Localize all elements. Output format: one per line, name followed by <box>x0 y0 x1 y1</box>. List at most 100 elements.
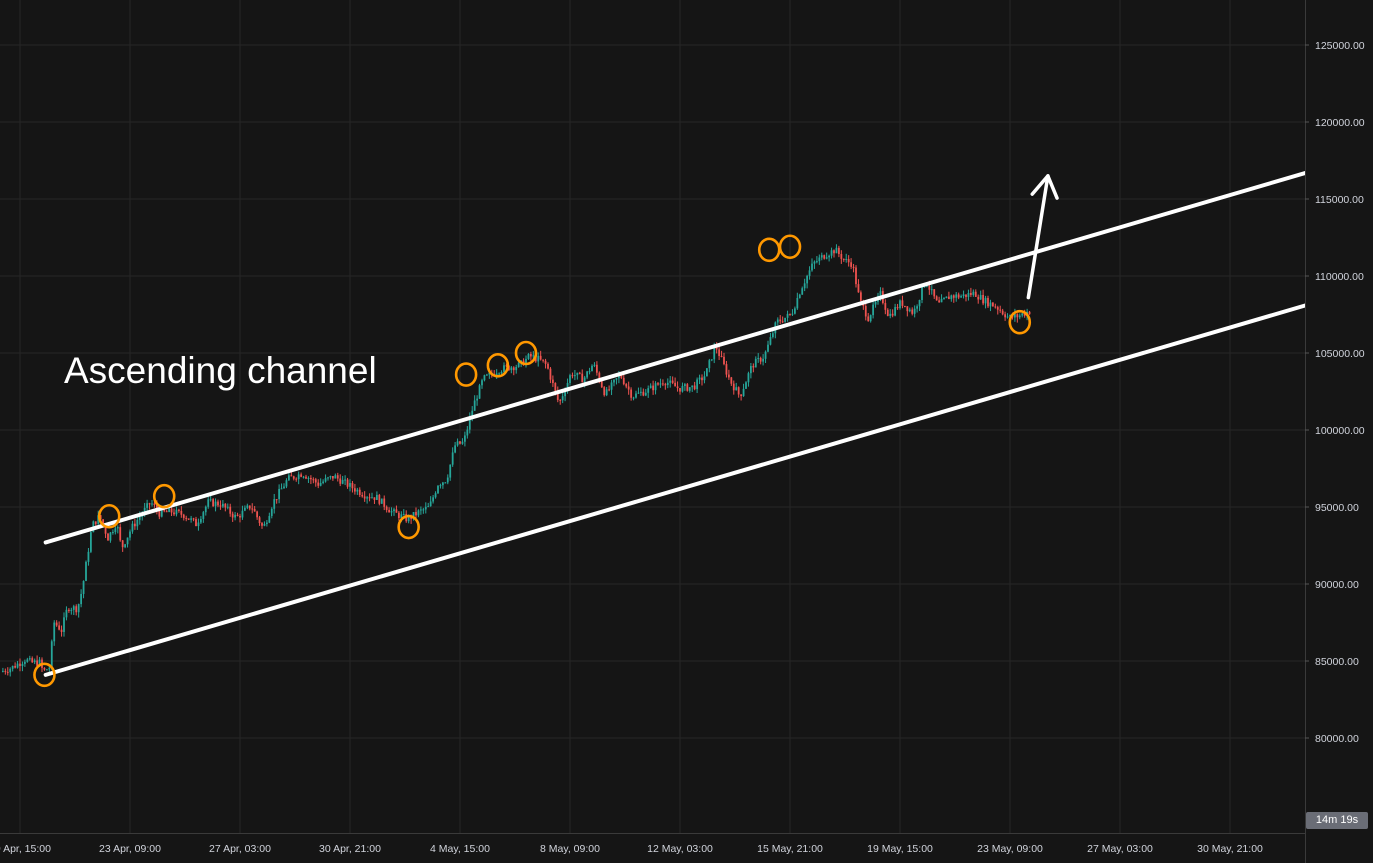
candle-body <box>749 366 752 374</box>
candle-body <box>263 524 266 526</box>
candle-body <box>732 383 735 391</box>
price-chart[interactable]: 125000.00 120000.00 115000.00 110000.00 1050… <box>0 0 1373 863</box>
candle-body <box>578 372 581 374</box>
candle-body <box>454 445 457 453</box>
candle-body <box>771 333 774 338</box>
candle-body <box>872 304 875 316</box>
candle-body <box>691 385 694 388</box>
candle-body <box>368 497 371 499</box>
time-axis[interactable]: 19 Apr, 15:00 23 Apr, 09:00 27 Apr, 03:00 3… <box>0 833 1305 863</box>
candle-body <box>982 294 985 304</box>
price-axis[interactable]: 125000.00 120000.00 115000.00 110000.00 1050… <box>1305 0 1373 863</box>
candle-body <box>175 509 178 515</box>
candle-body <box>309 477 312 480</box>
candle-body <box>261 523 263 526</box>
candle-body <box>439 485 442 487</box>
candle-body <box>395 509 398 513</box>
candle-body <box>840 254 843 259</box>
candle-body <box>803 283 806 289</box>
candle-body <box>921 286 923 300</box>
candle-body <box>351 483 354 489</box>
candle-body <box>366 497 369 499</box>
candle-body <box>461 441 464 444</box>
candle-body <box>943 298 945 300</box>
candle-body <box>527 353 530 359</box>
candle-body <box>89 532 92 552</box>
candle-body <box>884 303 887 310</box>
candle-body <box>305 476 307 479</box>
candle-body <box>916 306 919 309</box>
candle-body <box>498 373 501 375</box>
price-tick-label: 95000.00 <box>1315 502 1359 514</box>
candle-body <box>867 316 870 322</box>
candle-body <box>483 375 486 381</box>
candle-body <box>996 307 999 310</box>
candle-body <box>847 258 850 263</box>
channel-annotation-label[interactable]: Ascending channel <box>64 350 377 391</box>
candle-body <box>613 379 615 383</box>
candle-body <box>209 499 212 501</box>
candle-body <box>891 313 894 316</box>
candle-body <box>246 505 249 508</box>
candle-body <box>278 488 281 500</box>
candle-body <box>874 301 877 305</box>
candle-body <box>270 508 273 517</box>
candle-body <box>380 498 383 504</box>
candle-body <box>207 499 210 507</box>
candle-body <box>190 518 193 520</box>
candle-body <box>339 478 342 484</box>
candle-body <box>991 302 994 307</box>
candle-body <box>930 289 933 291</box>
candle-body <box>138 516 141 520</box>
candle-body <box>393 509 395 512</box>
candle-body <box>845 258 848 260</box>
candle-body <box>532 355 535 357</box>
candle-body <box>637 392 640 394</box>
price-tick-label: 125000.00 <box>1315 40 1365 52</box>
candle-body <box>933 289 936 297</box>
candle-body <box>979 294 982 300</box>
candle-body <box>295 478 298 480</box>
candle-body <box>14 665 17 668</box>
candle-body <box>219 505 222 507</box>
candle-body <box>349 483 351 487</box>
candle-body <box>857 284 860 293</box>
candle-body <box>896 307 899 309</box>
candle-body <box>793 308 796 314</box>
candle-body <box>769 337 772 345</box>
candle-body <box>671 380 674 383</box>
candle-body <box>581 373 584 383</box>
candle-body <box>593 364 596 366</box>
candle-body <box>693 385 696 390</box>
candle-body <box>478 385 481 399</box>
candle-body <box>165 511 168 513</box>
candle-body <box>664 384 667 386</box>
candle-body <box>806 275 809 284</box>
candle-body <box>459 441 461 444</box>
candle-body <box>371 497 373 499</box>
candle-body <box>622 377 625 385</box>
candle-body <box>1 670 4 672</box>
candle-body <box>212 499 215 507</box>
candle-body <box>48 667 51 670</box>
candle-body <box>762 358 765 362</box>
candle-body <box>683 384 686 386</box>
candle-body <box>419 509 422 511</box>
candle-body <box>373 497 376 500</box>
candle-body <box>126 537 129 545</box>
candle-body <box>886 309 889 316</box>
candle-body <box>158 510 161 517</box>
candle-body <box>913 308 916 314</box>
candle-body <box>314 479 317 483</box>
candle-body <box>850 262 853 267</box>
candle-body <box>302 476 305 478</box>
candle-body <box>109 532 112 541</box>
candle-body <box>43 667 46 670</box>
candle-body <box>1028 311 1031 315</box>
candle-body <box>253 508 256 512</box>
candle-body <box>547 363 549 369</box>
candle-body <box>1004 314 1007 318</box>
candle-body <box>735 387 738 391</box>
candle-body <box>168 508 171 513</box>
candle-body <box>329 475 332 478</box>
